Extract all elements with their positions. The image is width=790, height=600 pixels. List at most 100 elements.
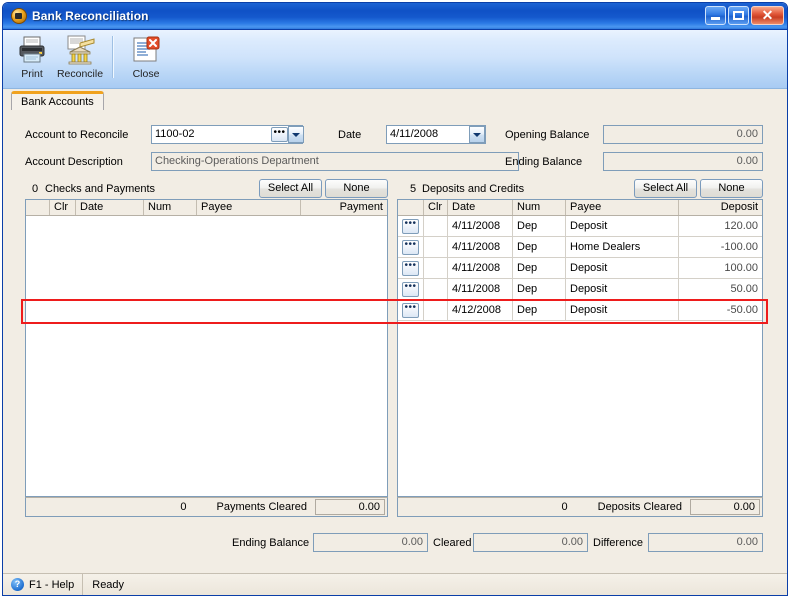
cell-num[interactable]: Dep bbox=[513, 279, 566, 299]
right-header-selector[interactable] bbox=[398, 200, 424, 215]
label-account-description: Account Description bbox=[25, 156, 123, 168]
cell-amount[interactable]: 120.00 bbox=[679, 216, 762, 236]
toolbar-button-reconcile[interactable]: Reconcile bbox=[56, 30, 104, 88]
tab-label: Bank Accounts bbox=[21, 96, 94, 108]
cell-payee[interactable]: Deposit bbox=[566, 258, 679, 278]
toolbar-button-print[interactable]: Print bbox=[8, 30, 56, 88]
right-panel-count: 5 bbox=[410, 183, 417, 195]
left-header-num[interactable]: Num bbox=[144, 200, 197, 215]
date-dropdown-arrow-icon[interactable] bbox=[469, 126, 485, 143]
right-header-num[interactable]: Num bbox=[513, 200, 566, 215]
payments-cleared-label: Payments Cleared bbox=[216, 501, 308, 513]
cell-num[interactable]: Dep bbox=[513, 300, 566, 320]
table-row[interactable]: ••• 4/12/2008 Dep Deposit -50.00 bbox=[398, 300, 762, 321]
cell-date[interactable]: 4/12/2008 bbox=[448, 300, 513, 320]
label-difference-total: Difference bbox=[593, 537, 643, 549]
label-date: Date bbox=[338, 129, 362, 141]
cell-clr[interactable] bbox=[424, 300, 448, 320]
minimize-button[interactable] bbox=[705, 6, 726, 25]
left-header-date[interactable]: Date bbox=[76, 200, 144, 215]
cell-date[interactable]: 4/11/2008 bbox=[448, 216, 513, 236]
right-header-clr[interactable]: Clr bbox=[424, 200, 448, 215]
cell-amount[interactable]: -100.00 bbox=[679, 237, 762, 257]
cell-payee[interactable]: Deposit bbox=[566, 279, 679, 299]
label-cleared-total: Cleared bbox=[433, 537, 472, 549]
app-icon bbox=[11, 8, 27, 24]
cell-num[interactable]: Dep bbox=[513, 237, 566, 257]
deposits-cleared-count: 0 bbox=[561, 501, 568, 513]
account-dropdown-arrow-icon[interactable] bbox=[288, 126, 304, 143]
left-header-payee[interactable]: Payee bbox=[197, 200, 301, 215]
right-panel-title: Deposits and Credits bbox=[422, 183, 525, 195]
right-select-all-button[interactable]: Select All bbox=[634, 179, 697, 198]
status-help-button[interactable]: ? F1 - Help bbox=[3, 574, 84, 595]
printer-icon bbox=[16, 34, 48, 66]
deposits-and-credits-grid[interactable]: Clr Date Num Payee Deposit ••• 4/11/2008 D… bbox=[397, 199, 763, 497]
left-grid-body[interactable] bbox=[26, 216, 387, 496]
table-row[interactable]: ••• 4/11/2008 Dep Deposit 100.00 bbox=[398, 258, 762, 279]
right-header-deposit[interactable]: Deposit bbox=[679, 200, 762, 215]
status-help-label: F1 - Help bbox=[29, 578, 75, 591]
row-detail-ellipsis-button[interactable]: ••• bbox=[402, 281, 419, 297]
toolbar-button-close[interactable]: Close bbox=[122, 30, 170, 88]
cell-payee[interactable]: Deposit bbox=[566, 300, 679, 320]
right-header-payee[interactable]: Payee bbox=[566, 200, 679, 215]
left-header-selector[interactable] bbox=[26, 200, 50, 215]
table-row[interactable]: ••• 4/11/2008 Dep Deposit 120.00 bbox=[398, 216, 762, 237]
left-panel-title: Checks and Payments bbox=[45, 183, 156, 195]
left-header-payment[interactable]: Payment bbox=[301, 200, 387, 215]
left-header-clr[interactable]: Clr bbox=[50, 200, 76, 215]
cell-amount[interactable]: 100.00 bbox=[679, 258, 762, 278]
client-area: Account to Reconcile 1100-02 ••• Date 4/… bbox=[3, 107, 787, 572]
row-detail-ellipsis-button[interactable]: ••• bbox=[402, 239, 419, 255]
cell-clr[interactable] bbox=[424, 237, 448, 257]
right-header-date[interactable]: Date bbox=[448, 200, 513, 215]
ending-balance-field-top: 0.00 bbox=[603, 152, 763, 171]
close-document-icon bbox=[130, 34, 162, 66]
checks-and-payments-grid[interactable]: Clr Date Num Payee Payment bbox=[25, 199, 388, 497]
opening-balance-field: 0.00 bbox=[603, 125, 763, 144]
caption-buttons: ✕ bbox=[705, 6, 784, 25]
cell-amount[interactable]: 50.00 bbox=[679, 279, 762, 299]
deposits-cleared-value: 0.00 bbox=[690, 499, 760, 515]
cell-payee[interactable]: Home Dealers bbox=[566, 237, 679, 257]
cell-clr[interactable] bbox=[424, 258, 448, 278]
row-selector-cell[interactable]: ••• bbox=[398, 279, 424, 299]
account-description-field: Checking-Operations Department bbox=[151, 152, 519, 171]
maximize-button[interactable] bbox=[728, 6, 749, 25]
tab-bank-accounts[interactable]: Bank Accounts bbox=[11, 91, 104, 110]
right-none-button[interactable]: None bbox=[700, 179, 763, 198]
row-selector-cell[interactable]: ••• bbox=[398, 300, 424, 320]
cell-date[interactable]: 4/11/2008 bbox=[448, 258, 513, 278]
difference-total-field: 0.00 bbox=[648, 533, 763, 552]
label-account-to-reconcile: Account to Reconcile bbox=[25, 129, 129, 141]
right-grid-body[interactable]: ••• 4/11/2008 Dep Deposit 120.00 ••• 4/11/2008… bbox=[398, 216, 762, 496]
cell-num[interactable]: Dep bbox=[513, 216, 566, 236]
cell-num[interactable]: Dep bbox=[513, 258, 566, 278]
table-row[interactable]: ••• 4/11/2008 Dep Deposit 50.00 bbox=[398, 279, 762, 300]
account-lookup-ellipsis-button[interactable]: ••• bbox=[271, 127, 288, 142]
row-detail-ellipsis-button[interactable]: ••• bbox=[402, 218, 419, 234]
row-selector-cell[interactable]: ••• bbox=[398, 216, 424, 236]
cell-payee[interactable]: Deposit bbox=[566, 216, 679, 236]
row-detail-ellipsis-button[interactable]: ••• bbox=[402, 302, 419, 318]
left-none-button[interactable]: None bbox=[325, 179, 388, 198]
payments-cleared-count: 0 bbox=[180, 501, 187, 513]
row-selector-cell[interactable]: ••• bbox=[398, 237, 424, 257]
label-ending-balance-top: Ending Balance bbox=[505, 156, 583, 168]
label-opening-balance: Opening Balance bbox=[505, 129, 590, 141]
toolbar-label-print: Print bbox=[21, 68, 43, 80]
cell-date[interactable]: 4/11/2008 bbox=[448, 237, 513, 257]
close-icon: ✕ bbox=[761, 7, 774, 23]
title-bar: Bank Reconciliation ✕ bbox=[3, 3, 787, 30]
close-button[interactable]: ✕ bbox=[751, 6, 784, 25]
table-row[interactable]: ••• 4/11/2008 Dep Home Dealers -100.00 bbox=[398, 237, 762, 258]
row-selector-cell[interactable]: ••• bbox=[398, 258, 424, 278]
cell-date[interactable]: 4/11/2008 bbox=[448, 279, 513, 299]
row-detail-ellipsis-button[interactable]: ••• bbox=[402, 260, 419, 276]
left-select-all-button[interactable]: Select All bbox=[259, 179, 322, 198]
left-grid-footer: 0 Payments Cleared 0.00 bbox=[25, 497, 388, 517]
cell-clr[interactable] bbox=[424, 216, 448, 236]
cell-clr[interactable] bbox=[424, 279, 448, 299]
cell-amount[interactable]: -50.00 bbox=[679, 300, 762, 320]
